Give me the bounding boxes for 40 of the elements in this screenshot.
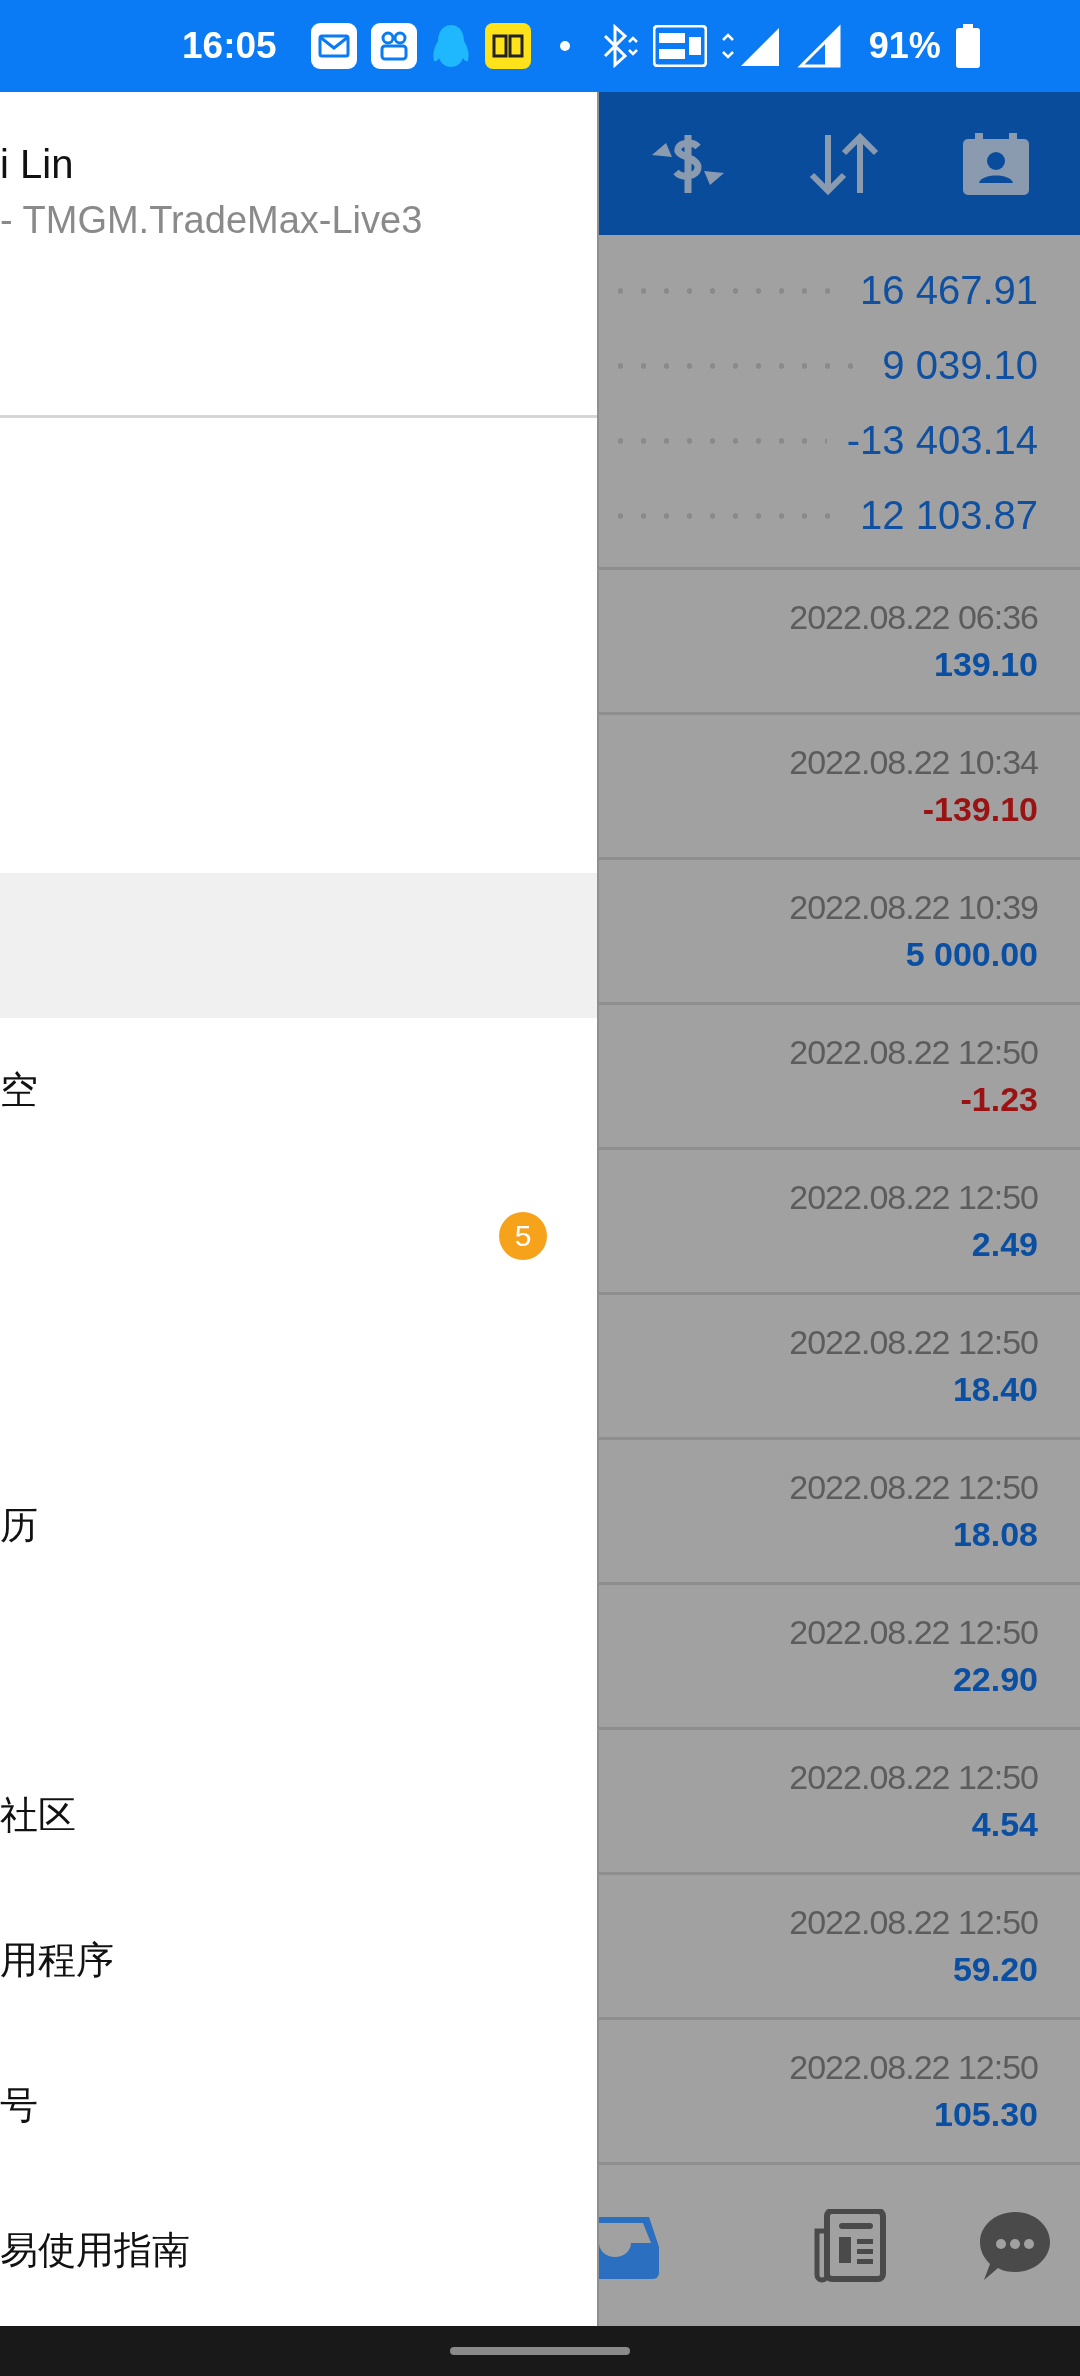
deal-time: 2022.08.22 12:50 xyxy=(789,1758,1038,1797)
deal-amount: 105.30 xyxy=(934,2095,1038,2134)
deal-amount: -1.23 xyxy=(960,1080,1038,1119)
deal-time: 2022.08.22 10:39 xyxy=(789,888,1038,927)
battery-icon xyxy=(954,24,981,68)
deal-time: 2022.08.22 12:50 xyxy=(789,1178,1038,1217)
balance-value: 12 103.87 xyxy=(860,493,1038,538)
signal-icon xyxy=(796,24,841,68)
deal-amount: 18.40 xyxy=(952,1370,1038,1409)
deal-time: 2022.08.22 12:50 xyxy=(789,1323,1038,1362)
deal-amount: -139.10 xyxy=(922,790,1038,829)
video-app-icon xyxy=(370,23,417,69)
deal-amount: 2.49 xyxy=(971,1225,1038,1264)
account-server: - TMGM.TradeMax-Live3 xyxy=(0,199,423,242)
deal-amount: 22.90 xyxy=(952,1660,1038,1699)
deal-time: 2022.08.22 12:50 xyxy=(789,2048,1038,2087)
deal-amount: 5 000.00 xyxy=(905,935,1038,974)
deal-time: 2022.08.22 12:50 xyxy=(789,1033,1038,1072)
balance-value: -13 403.14 xyxy=(846,418,1038,463)
deal-amount: 4.54 xyxy=(971,1805,1038,1844)
deal-time: 2022.08.22 12:50 xyxy=(789,1468,1038,1507)
account-name: i Lin xyxy=(0,142,74,187)
deal-time: 2022.08.22 06:36 xyxy=(789,598,1038,637)
balance-value: 16 467.91 xyxy=(860,268,1038,313)
status-time: 16:05 xyxy=(182,25,277,67)
deal-amount: 139.10 xyxy=(934,645,1038,684)
mail-icon xyxy=(310,23,357,69)
deal-time: 2022.08.22 12:50 xyxy=(789,1903,1038,1942)
contact-card-icon[interactable] xyxy=(960,130,1031,197)
deal-amount: 59.20 xyxy=(952,1950,1038,1989)
chat-icon[interactable] xyxy=(978,2209,1052,2282)
balance-value: 9 039.10 xyxy=(882,343,1038,388)
count-badge: 5 xyxy=(499,1211,547,1260)
deal-time: 2022.08.22 12:50 xyxy=(789,1613,1038,1652)
battery-percent: 91% xyxy=(868,25,941,67)
penguin-icon xyxy=(430,23,471,69)
deal-time: 2022.08.22 10:34 xyxy=(789,743,1038,782)
gesture-handle[interactable] xyxy=(450,2347,630,2355)
dot-icon xyxy=(558,40,571,52)
deal-amount: 18.08 xyxy=(952,1515,1038,1554)
